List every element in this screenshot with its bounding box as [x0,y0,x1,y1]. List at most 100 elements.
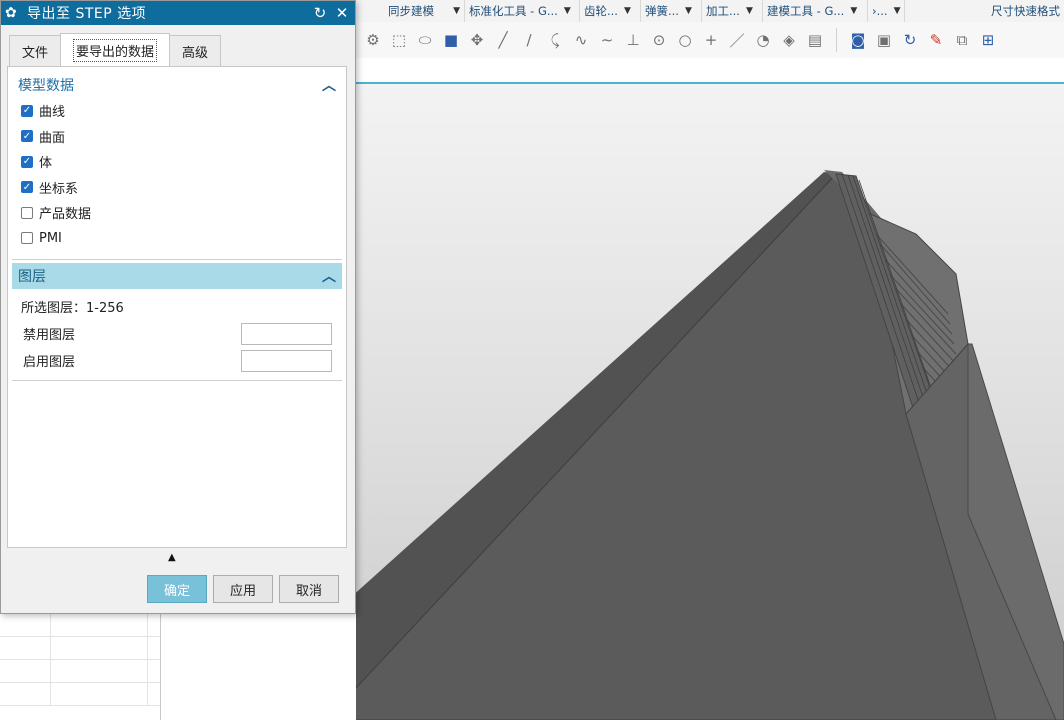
pen-icon[interactable]: ✎ [925,29,947,51]
zoom-fit-icon[interactable]: ◙ [847,29,869,51]
circle-point-icon[interactable]: ○ [674,29,696,51]
dropdown-arrow-icon[interactable]: ▼ [850,6,857,16]
tab-file[interactable]: 文件 [9,35,62,66]
selected-layers-text: 所选图层：1-256 [8,293,346,320]
checkbox-product-data[interactable]: 产品数据 [8,200,346,226]
ribbon-group-sync-modeling[interactable]: 同步建模 ▼ [356,0,465,22]
selected-layers-label: 所选图层：1-256 [21,301,124,316]
button-label: 应用 [229,583,256,599]
ribbon-group-label: 弹簧... [645,4,679,18]
tab-label: 要导出的数据 [73,38,158,62]
arc-icon[interactable]: ⤹ [544,29,566,51]
enabled-layers-label: 启用图层 [23,355,76,370]
dropdown-arrow-icon[interactable]: ▼ [685,6,692,16]
gear-icon[interactable]: ✿ [5,5,23,21]
checkbox-unchecked-icon[interactable] [21,206,33,219]
model-render [356,170,1064,720]
close-icon[interactable]: ✕ [333,4,351,22]
ribbon-group-more[interactable]: ›... ▼ [868,0,905,22]
export-step-dialog: ✿ 导出至 STEP 选项 ↻ ✕ 文件 要导出的数据 高级 模型数据 ︿ ✓ … [0,0,356,614]
checkbox-label: 曲线 [39,105,66,121]
curve-icon[interactable]: ∼ [596,29,618,51]
dropdown-arrow-icon[interactable]: ▼ [624,6,631,16]
ribbon-group-standard-tools[interactable]: 标准化工具 - G... ▼ [465,0,580,22]
dialog-title: 导出至 STEP 选项 [27,6,147,22]
rotate-icon[interactable]: ↻ [899,29,921,51]
tab-advanced[interactable]: 高级 [169,35,222,66]
apply-button[interactable]: 应用 [213,575,273,603]
ribbon-group-label: 标准化工具 - G... [469,4,558,18]
checkbox-label: 坐标系 [39,181,79,197]
ribbon-group-label: ›... [872,4,888,18]
checkbox-label: 曲面 [39,130,66,146]
reset-icon[interactable]: ↻ [311,4,329,22]
disabled-layers-label: 禁用图层 [23,328,76,343]
chevron-up-icon[interactable]: ︿ [322,266,336,286]
toolbar-separator [836,28,837,52]
collapse-arrow-icon[interactable]: ▲ [168,552,176,563]
group-title: 图层 [18,269,46,285]
table-row[interactable] [0,614,160,637]
ribbon-group-label: 加工... [706,4,740,18]
checkbox-pmi[interactable]: PMI [8,226,346,252]
table-row[interactable] [0,637,160,660]
tab-data-to-export[interactable]: 要导出的数据 [60,33,171,66]
dropdown-arrow-icon[interactable]: ▼ [894,6,901,16]
enabled-layers-input[interactable] [241,349,332,372]
spline-icon[interactable]: ∿ [570,29,592,51]
layer-icon[interactable]: ⧉ [951,29,973,51]
face-icon[interactable]: ◈ [778,29,800,51]
checkbox-surfaces[interactable]: ✓ 曲面 [8,124,346,150]
block-icon[interactable]: ■ [440,29,462,51]
plus-icon[interactable]: + [700,29,722,51]
line-icon[interactable]: ∕ [518,29,540,51]
ribbon-group-dimension-format[interactable]: 尺寸快速格式 [987,0,1064,22]
graphics-viewport[interactable] [356,84,1064,720]
view-icon[interactable]: ▣ [873,29,895,51]
move-icon[interactable]: ✥ [466,29,488,51]
checkbox-checked-icon[interactable]: ✓ [21,155,33,168]
point-icon[interactable]: ⊥ [622,29,644,51]
command-toolbar: ⚙ ⬚ ⬭ ■ ✥ ╱ ∕ ⤹ ∿ ∼ ⊥ ⊙ ○ + ／ ◔ ◈ ▤ ◙ ▣ … [356,22,1064,58]
checkbox-bodies[interactable]: ✓ 体 [8,149,346,175]
button-label: 取消 [295,583,322,599]
dialog-titlebar[interactable]: ✿ 导出至 STEP 选项 ↻ ✕ [1,1,355,25]
sketch-icon[interactable]: ⚙ [362,29,384,51]
extrude-icon[interactable]: ⬭ [414,29,436,51]
line-icon[interactable]: ╱ [492,29,514,51]
dropdown-arrow-icon[interactable]: ▼ [746,6,753,16]
datum-box-icon[interactable]: ⬚ [388,29,410,51]
grid-icon[interactable]: ⊞ [977,29,999,51]
enabled-layers-row: 启用图层 [8,347,346,374]
checkbox-checked-icon[interactable]: ✓ [21,181,33,194]
section-divider [12,259,342,260]
ribbon-group-label: 齿轮... [584,4,618,18]
table-row[interactable] [0,660,160,683]
checkbox-curves[interactable]: ✓ 曲线 [8,98,346,124]
tab-label: 高级 [182,45,209,61]
checkbox-checked-icon[interactable]: ✓ [21,104,33,117]
ribbon-group-modeling-tools[interactable]: 建模工具 - G... ▼ [763,0,868,22]
checkbox-checked-icon[interactable]: ✓ [21,130,33,143]
ok-button[interactable]: 确定 [147,575,207,603]
ribbon-group-machining[interactable]: 加工... ▼ [702,0,763,22]
cancel-button[interactable]: 取消 [279,575,339,603]
ribbon-group-gear[interactable]: 齿轮... ▼ [580,0,641,22]
edge-icon[interactable]: ◔ [752,29,774,51]
table-icon[interactable]: ▤ [804,29,826,51]
slash-icon[interactable]: ／ [726,29,748,51]
ribbon-group-spring[interactable]: 弹簧... ▼ [641,0,702,22]
table-row[interactable] [0,683,160,706]
dropdown-arrow-icon[interactable]: ▼ [453,6,460,16]
checkbox-csys[interactable]: ✓ 坐标系 [8,175,346,201]
chevron-up-icon[interactable]: ︿ [322,75,336,95]
dialog-tabs: 文件 要导出的数据 高级 [9,33,222,66]
disabled-layers-input[interactable] [241,322,332,345]
layers-group-header[interactable]: 图层 ︿ [12,263,342,289]
dropdown-arrow-icon[interactable]: ▼ [564,6,571,16]
checkbox-label: PMI [39,230,62,246]
circle-icon[interactable]: ⊙ [648,29,670,51]
checkbox-unchecked-icon[interactable] [21,232,33,245]
model-data-group-header[interactable]: 模型数据 ︿ [8,72,346,98]
disabled-layers-row: 禁用图层 [8,320,346,347]
